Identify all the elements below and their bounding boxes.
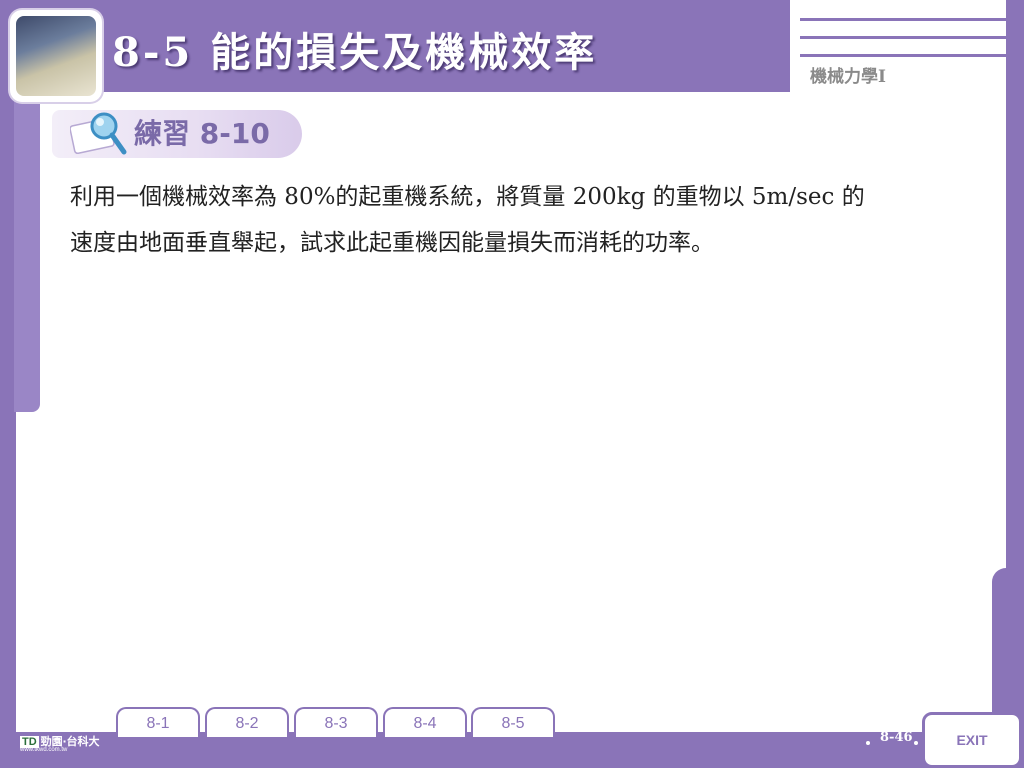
page-dot-left (866, 741, 870, 745)
exit-button[interactable]: EXIT (933, 721, 1011, 759)
header-rule-3 (800, 54, 1006, 57)
nav-tab-8-5[interactable]: 8-5 (471, 707, 555, 737)
page-number: 8-46 (880, 730, 913, 745)
exit-frame: EXIT (922, 712, 1022, 768)
page-dot-right (914, 741, 918, 745)
header-rule-1 (800, 18, 1006, 21)
left-accent-bar (14, 100, 40, 412)
nav-tab-8-2[interactable]: 8-2 (205, 707, 289, 737)
chapter-thumbnail (10, 10, 102, 102)
problem-line-1: 利用一個機械效率為 80%的起重機系統，將質量 200kg 的重物以 5m/se… (70, 184, 865, 210)
nav-tab-8-3[interactable]: 8-3 (294, 707, 378, 737)
problem-text: 利用一個機械效率為 80%的起重機系統，將質量 200kg 的重物以 5m/se… (70, 174, 970, 266)
slide-title: 8-5 能的損失及機械效率 (112, 29, 598, 76)
magnifier-icon (70, 112, 127, 155)
chapter-image (16, 16, 96, 96)
header-rule-2 (800, 36, 1006, 39)
nav-tab-8-4[interactable]: 8-4 (383, 707, 467, 737)
practice-label: 練習 8-10 (134, 117, 270, 150)
problem-line-2: 速度由地面垂直舉起，試求此起重機因能量損失而消耗的功率。 (70, 230, 714, 256)
subject-label: 機械力學I (810, 67, 886, 87)
nav-tab-8-1[interactable]: 8-1 (116, 707, 200, 737)
logo-url: www.tkwd.com.tw (20, 747, 68, 753)
